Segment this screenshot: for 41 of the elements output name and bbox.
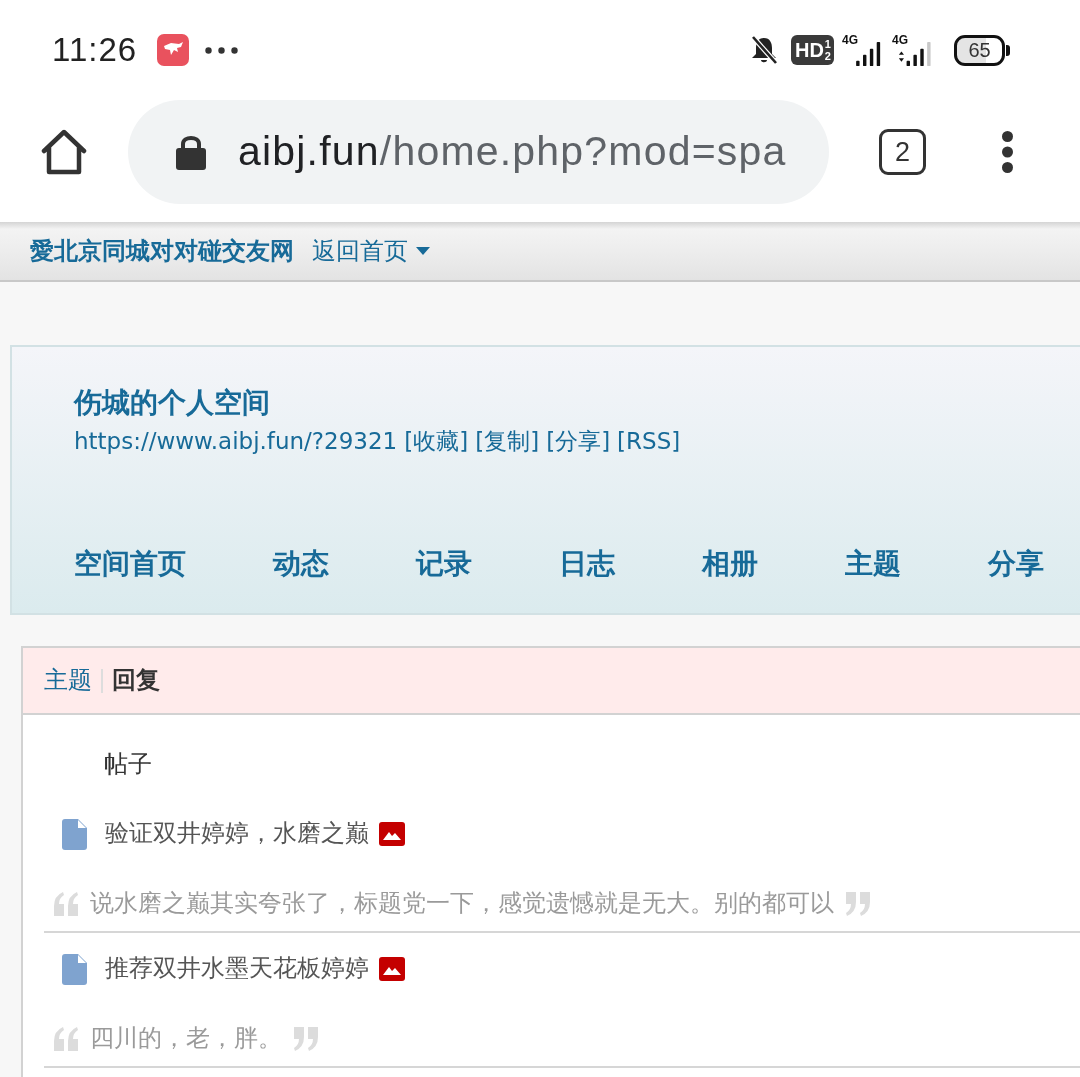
space-title: 伤城的个人空间 [74,385,271,421]
space-nav-link[interactable]: 记录 [416,543,472,585]
closing-quote-icon [844,892,872,916]
address-bar[interactable]: aibj.fun/home.php?mod=spa [128,100,829,204]
space-nav-link[interactable]: 动态 [273,543,329,585]
closing-quote-icon [292,1027,320,1051]
caret-icon [416,247,430,255]
space-nav-link[interactable]: 日志 [559,543,615,585]
space-nav-link[interactable]: 主题 [845,543,901,585]
network-type-label: 4G [892,34,908,46]
site-name-link[interactable]: 愛北京同城对对碰交友网 [30,233,294,269]
document-icon [62,818,87,850]
opening-quote-icon [52,1027,80,1051]
header-link[interactable]: [复制] [475,425,540,457]
document-icon [62,953,87,985]
content-tab[interactable]: 回复 [112,662,160,699]
post-title-link[interactable]: 验证双井婷婷，水磨之巅 [105,816,369,852]
post-title-link[interactable]: 推荐双井水墨天花板婷婷 [105,951,369,987]
app-notification-icon [157,34,190,66]
status-time: 11:26 [52,30,138,71]
space-nav-link[interactable]: 分享 [988,543,1044,585]
lock-icon [176,134,206,170]
post-excerpt: 说水磨之巅其实夸张了，标题党一下，感觉遗憾就是无大。别的都可以 [90,888,834,920]
opening-quote-icon [52,892,80,916]
header-link[interactable]: [收藏] [404,425,469,457]
section-title: 帖子 [104,749,153,779]
tab-count-button[interactable]: 2 [879,129,926,175]
battery-indicator: 65 [954,34,1010,66]
more-notifications-icon [205,46,239,54]
space-url: https://www.aibj.fun/?29321 [74,427,398,456]
space-nav-link[interactable]: 相册 [702,543,758,585]
muted-bell-icon [749,35,778,65]
home-icon[interactable] [40,129,88,175]
network-type-label: 4G [841,34,858,46]
more-menu-icon[interactable] [1001,130,1014,174]
header-link[interactable]: [RSS] [617,425,681,457]
space-nav-link[interactable]: 空间首页 [74,543,186,585]
post-excerpt: 四川的，老，胖。 [90,1023,282,1055]
home-menu-dropdown[interactable]: 返回首页 [312,233,430,269]
content-tab[interactable]: 主题 [44,662,92,699]
header-link[interactable]: [分享] [546,425,611,457]
